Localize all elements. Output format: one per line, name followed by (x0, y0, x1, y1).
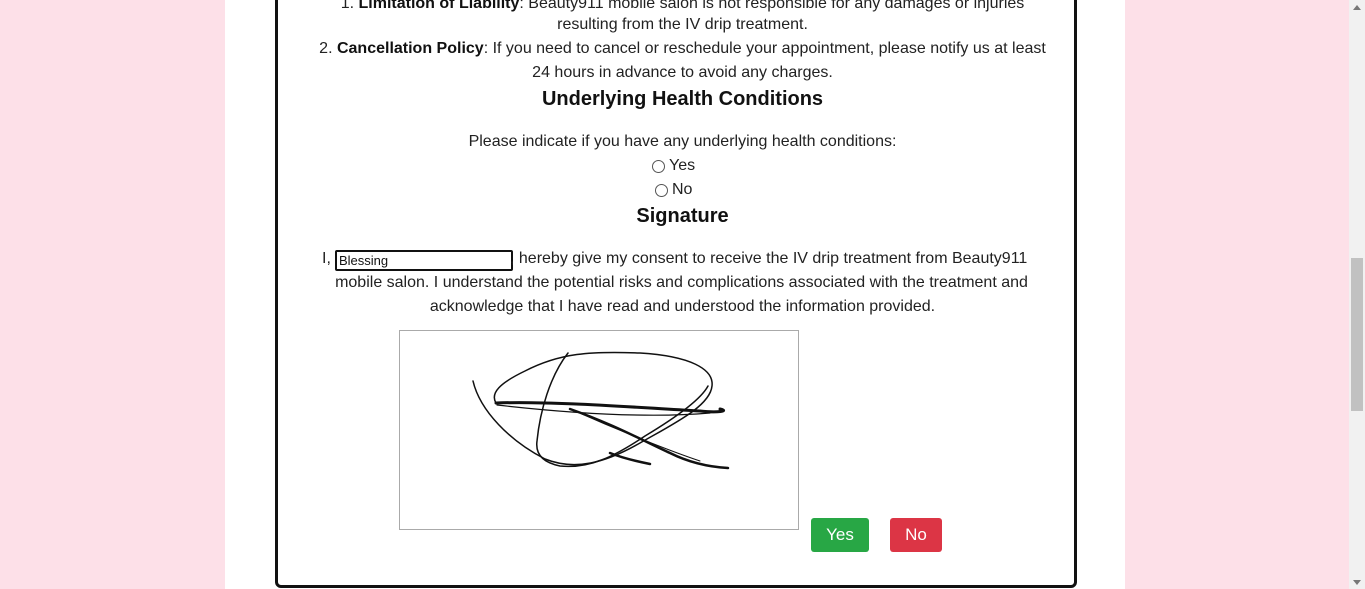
terms-item-1-text: : Beauty911 mobile salon is not responsi… (519, 0, 1025, 12)
health-yes-radio[interactable] (652, 159, 665, 173)
health-prompt: Please indicate if you have any underlyi… (468, 133, 897, 150)
health-no-radio[interactable] (655, 183, 668, 197)
terms-item-1-cont: resulting from the IV drip treatment. (557, 16, 808, 33)
consent-line-3: acknowledge that I have read and underst… (429, 298, 936, 315)
scroll-thumb[interactable] (1351, 258, 1363, 411)
consent-name-input[interactable]: Blessing (335, 250, 513, 271)
terms-item-2-text: : If you need to cancel or reschedule yo… (483, 40, 1046, 57)
signature-yes-button[interactable]: Yes (811, 518, 869, 552)
signature-heading: Signature (636, 205, 729, 227)
health-yes-option[interactable]: Yes (652, 155, 695, 177)
scroll-up-arrow-icon[interactable] (1353, 5, 1361, 10)
terms-item-1-title: Limitation of Liability (358, 0, 520, 12)
terms-item-2-cont: 24 hours in advance to avoid any charges… (532, 64, 833, 81)
health-heading: Underlying Health Conditions (541, 88, 824, 110)
terms-item-1-number: 1. (340, 0, 355, 12)
terms-item-2: 2. Cancellation Policy: If you need to c… (0, 37, 1365, 61)
consent-prefix: I, (322, 250, 331, 267)
signature-no-button[interactable]: No (890, 518, 942, 552)
terms-item-2-number: 2. (319, 40, 333, 57)
health-no-option[interactable]: No (655, 179, 692, 201)
consent-line-2: mobile salon. I understand the potential… (335, 274, 1028, 291)
scroll-down-arrow-icon[interactable] (1353, 580, 1361, 585)
terms-item-2-title: Cancellation Policy (336, 40, 484, 57)
signature-pad[interactable] (399, 330, 799, 530)
signature-drawing (472, 351, 730, 470)
page-scrollbar[interactable] (1349, 0, 1365, 589)
health-yes-label: Yes (669, 157, 696, 174)
health-no-label: No (672, 181, 693, 198)
consent-line-1: , hereby give my consent to receive the … (510, 250, 1028, 267)
